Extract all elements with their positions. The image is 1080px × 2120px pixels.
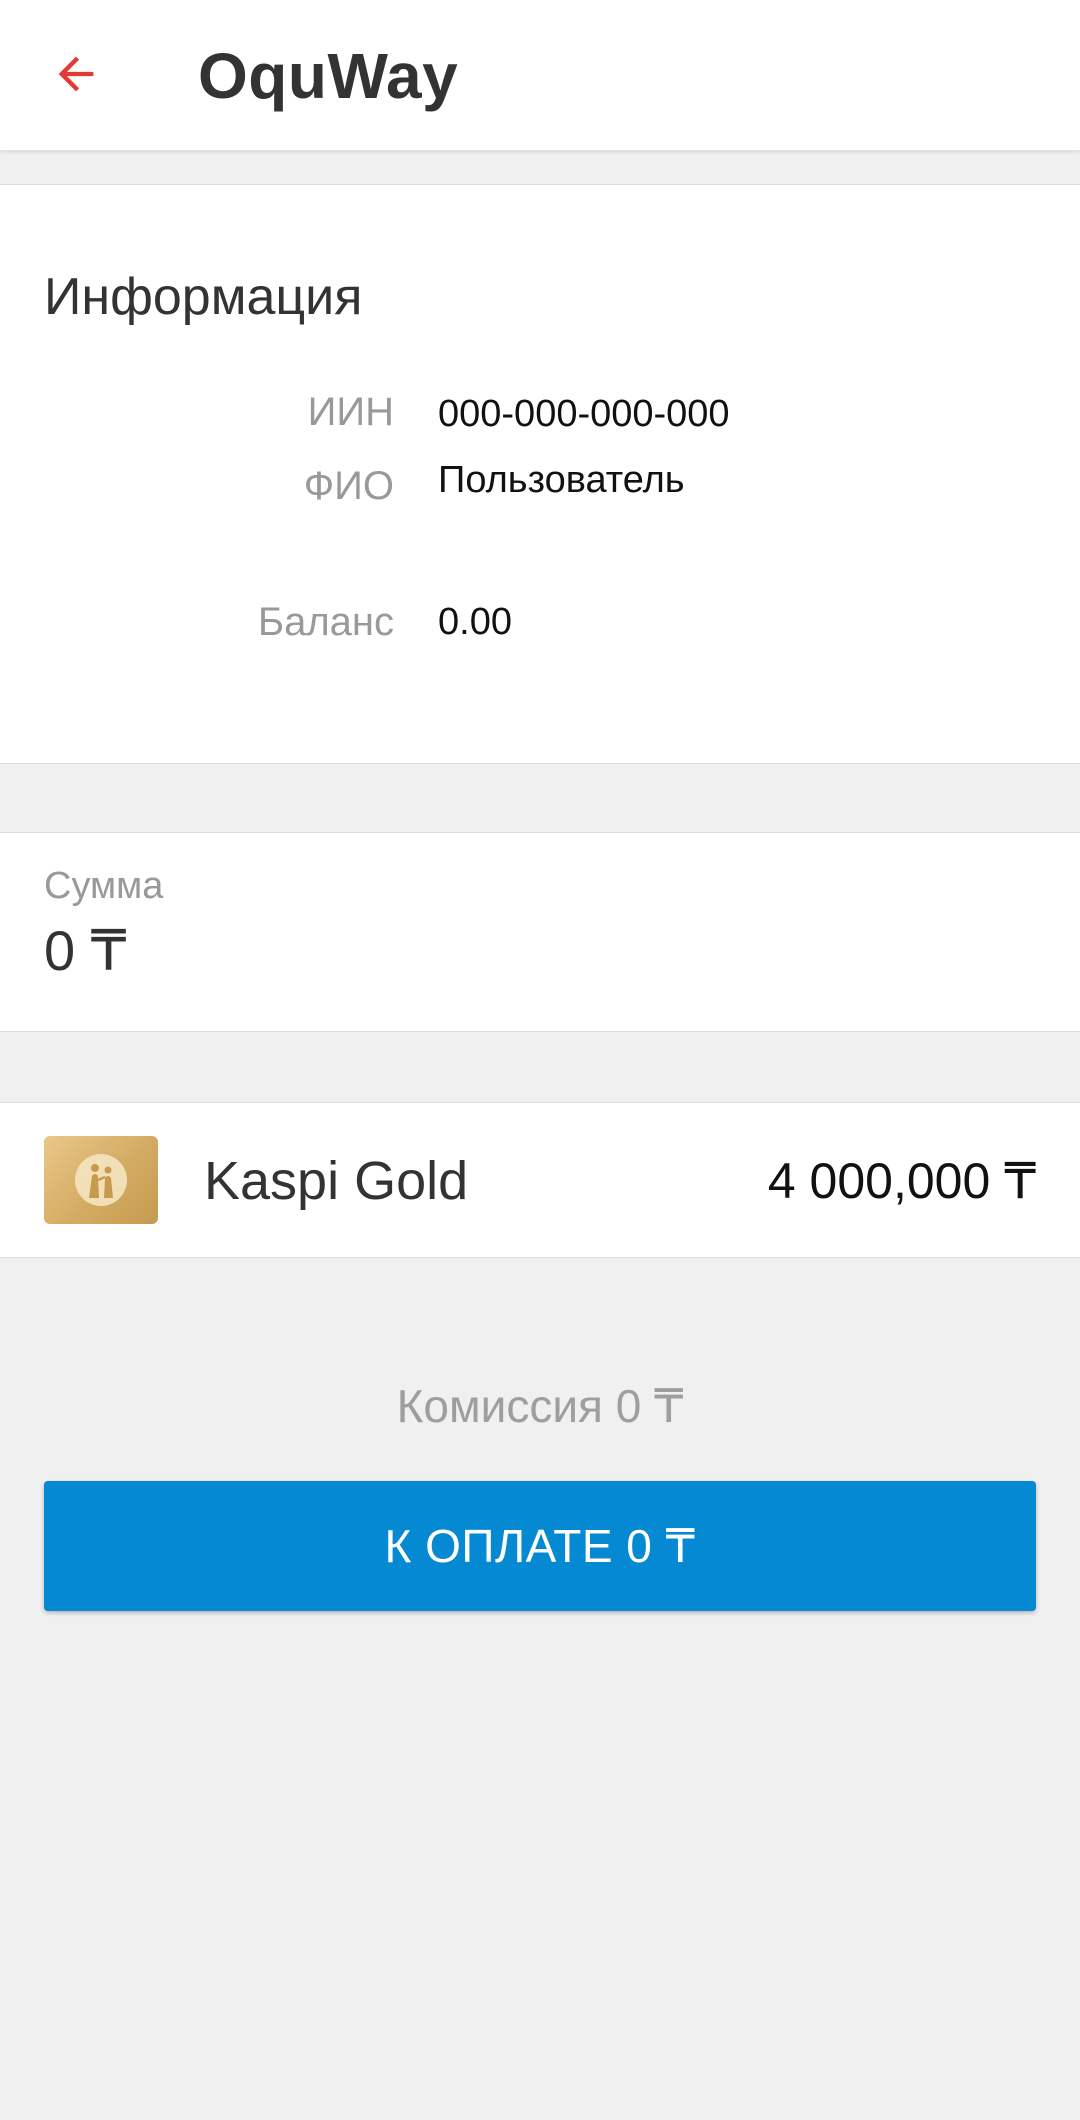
amount-field[interactable]: Сумма 0 ₸ (0, 832, 1080, 1032)
iin-value: 000-000-000-000 (438, 393, 730, 435)
back-button[interactable] (36, 34, 116, 114)
amount-label: Сумма (44, 865, 164, 907)
arrow-left-icon (58, 56, 94, 92)
balance-label: Баланс (257, 600, 394, 644)
amount-value: 0 ₸ (44, 919, 127, 982)
payment-card-selector[interactable]: Kaspi Gold 4 000,000 ₸ (0, 1102, 1080, 1258)
info-card: Информация ИИН 000-000-000-000 ФИО Польз… (0, 184, 1080, 764)
pay-button[interactable]: К ОПЛАТЕ 0 ₸ (44, 1481, 1036, 1611)
kaspi-gold-card-icon (44, 1136, 158, 1224)
app-bar: OquWay (0, 0, 1080, 150)
app-title: OquWay (198, 40, 459, 112)
balance-value: 0.00 (438, 601, 512, 643)
card-name: Kaspi Gold (204, 1151, 469, 1211)
iin-label: ИИН (307, 390, 394, 434)
commission-text: Комиссия 0 ₸ (396, 1380, 684, 1432)
name-label: ФИО (303, 464, 394, 508)
info-title: Информация (44, 268, 363, 326)
card-balance: 4 000,000 ₸ (767, 1153, 1036, 1209)
name-value: Пользователь (438, 459, 685, 501)
